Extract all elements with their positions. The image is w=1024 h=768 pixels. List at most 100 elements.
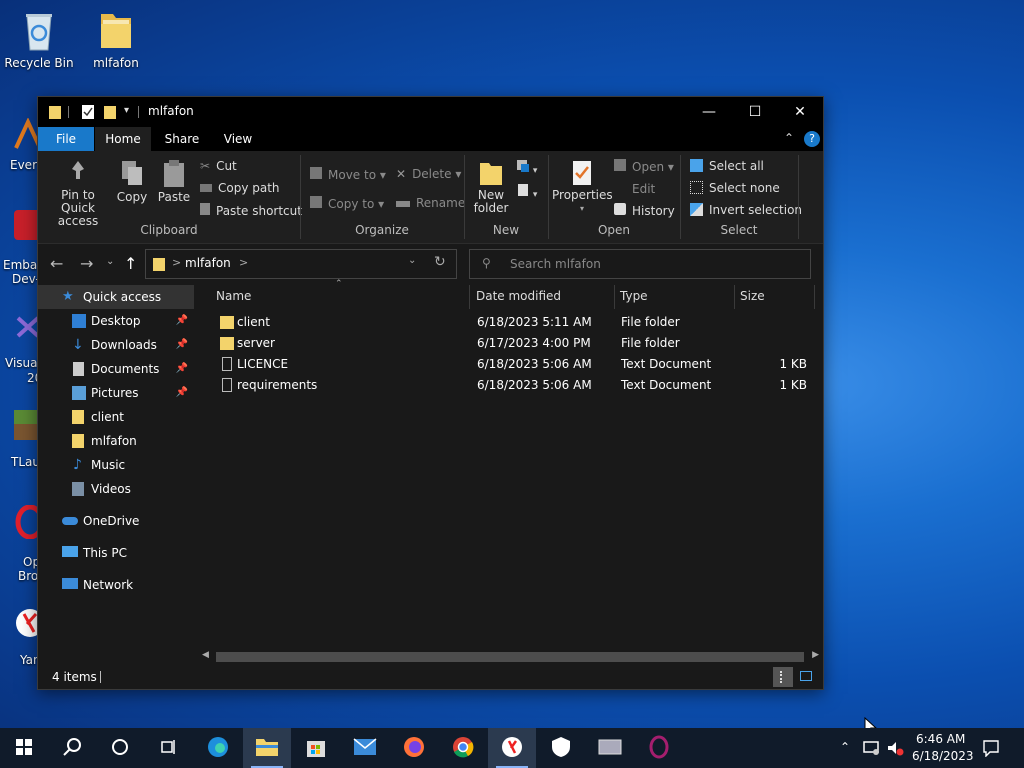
- sidebar-item-client[interactable]: client: [38, 405, 194, 429]
- cut-button[interactable]: ✂ Cut: [200, 159, 237, 173]
- column-header-type[interactable]: Type: [620, 283, 730, 309]
- firefox-button[interactable]: [390, 728, 438, 768]
- sidebar-item-quick-access[interactable]: ★ Quick access: [38, 285, 194, 309]
- network-status-icon[interactable]: [863, 740, 881, 759]
- sidebar-item-mlfafon[interactable]: mlfafon: [38, 429, 194, 453]
- minimize-button[interactable]: —: [686, 97, 732, 127]
- rename-button[interactable]: Rename: [396, 196, 465, 210]
- windows-security-button[interactable]: [537, 728, 585, 768]
- file-row-server[interactable]: server 6/17/2023 4:00 PM File folder: [198, 333, 823, 354]
- edge-button[interactable]: [194, 728, 242, 768]
- history-button[interactable]: History: [614, 203, 675, 218]
- title-bar[interactable]: ▾ mlfafon — ☐ ✕: [38, 97, 823, 127]
- scroll-right-icon[interactable]: ▶: [812, 650, 819, 660]
- open-button[interactable]: Open ▾: [614, 159, 674, 174]
- file-row-licence[interactable]: LICENCE 6/18/2023 5:06 AM Text Document …: [198, 354, 823, 375]
- paste-shortcut-button[interactable]: Paste shortcut: [200, 203, 302, 218]
- yandex-button[interactable]: [488, 728, 536, 768]
- column-header-date-modified[interactable]: Date modified: [476, 283, 606, 309]
- column-header-name[interactable]: Name: [216, 283, 466, 309]
- recent-locations-icon[interactable]: ⌄: [106, 256, 114, 267]
- sidebar-item-videos[interactable]: Videos: [38, 477, 194, 501]
- store-button[interactable]: [292, 728, 340, 768]
- invert-selection-button[interactable]: Invert selection: [690, 203, 802, 217]
- sidebar-item-desktop[interactable]: Desktop 📌: [38, 309, 194, 333]
- horizontal-scrollbar[interactable]: ◀ ▶: [198, 648, 823, 665]
- new-folder-button[interactable]: New folder: [472, 159, 510, 215]
- easy-access-icon[interactable]: ▾: [516, 183, 537, 200]
- sidebar-item-music[interactable]: ♪ Music: [38, 453, 194, 477]
- tab-file[interactable]: File: [38, 127, 94, 151]
- mail-button[interactable]: [341, 728, 389, 768]
- pin-icon[interactable]: 📌: [176, 381, 188, 405]
- column-header-size[interactable]: Size: [740, 283, 810, 309]
- copy-button[interactable]: Copy: [116, 159, 148, 204]
- file-row-client[interactable]: client 6/18/2023 5:11 AM File folder: [198, 312, 823, 333]
- sidebar-item-this-pc[interactable]: This PC: [38, 541, 194, 565]
- task-view-button[interactable]: [144, 728, 192, 768]
- new-folder-quick-icon[interactable]: [103, 104, 117, 123]
- desktop-icon-mlfafon[interactable]: mlfafon: [78, 8, 154, 70]
- clock-time[interactable]: 6:46 AM: [916, 732, 965, 746]
- address-bar[interactable]: > mlfafon > ⌄ ↻: [145, 249, 457, 279]
- column-separator[interactable]: [469, 285, 470, 309]
- select-all-button[interactable]: Select all: [690, 159, 764, 173]
- tab-view[interactable]: View: [211, 127, 265, 151]
- sidebar-item-documents[interactable]: Documents 📌: [38, 357, 194, 381]
- up-button[interactable]: ↑: [124, 254, 137, 273]
- address-history-dropdown-icon[interactable]: ⌄: [408, 255, 416, 266]
- show-hidden-icons-icon[interactable]: ⌃: [840, 740, 850, 754]
- column-separator[interactable]: [614, 285, 615, 309]
- column-separator[interactable]: [814, 285, 815, 309]
- column-separator[interactable]: [734, 285, 735, 309]
- collapse-ribbon-icon[interactable]: ⌃: [784, 131, 794, 145]
- pin-to-quick-access-button[interactable]: Pin to Quick access: [44, 159, 112, 228]
- scroll-thumb[interactable]: [216, 652, 804, 662]
- refresh-icon[interactable]: ↻: [434, 254, 446, 270]
- paste-button[interactable]: Paste: [156, 159, 192, 204]
- properties-quick-icon[interactable]: [81, 104, 95, 123]
- tab-home[interactable]: Home: [95, 127, 151, 151]
- maximize-button[interactable]: ☐: [732, 97, 778, 127]
- chrome-button[interactable]: [439, 728, 487, 768]
- file-type: File folder: [621, 336, 680, 350]
- desktop-icon-recycle-bin[interactable]: Recycle Bin: [1, 8, 77, 70]
- opera-button[interactable]: [635, 728, 683, 768]
- sidebar-item-pictures[interactable]: Pictures 📌: [38, 381, 194, 405]
- start-button[interactable]: [0, 728, 48, 768]
- edit-button[interactable]: Edit: [614, 181, 655, 196]
- sidebar-item-network[interactable]: Network: [38, 573, 194, 597]
- properties-button[interactable]: Properties ▾: [552, 159, 613, 215]
- action-center-icon[interactable]: [982, 739, 1000, 760]
- details-view-button[interactable]: [773, 667, 793, 687]
- large-icons-view-icon: [800, 671, 812, 681]
- sidebar-item-downloads[interactable]: ↓ Downloads 📌: [38, 333, 194, 357]
- sidebar-item-onedrive[interactable]: OneDrive: [38, 509, 194, 533]
- help-icon[interactable]: ?: [804, 131, 820, 147]
- close-button[interactable]: ✕: [777, 97, 823, 127]
- pin-icon[interactable]: 📌: [176, 357, 188, 381]
- select-none-button[interactable]: Select none: [690, 181, 780, 195]
- volume-muted-icon[interactable]: [886, 740, 904, 759]
- copy-path-button[interactable]: Copy path: [200, 181, 280, 195]
- network-app-button[interactable]: [586, 728, 634, 768]
- breadcrumb-mlfafon[interactable]: mlfafon: [185, 256, 231, 270]
- cortana-button[interactable]: [96, 728, 144, 768]
- file-row-requirements[interactable]: requirements 6/18/2023 5:06 AM Text Docu…: [198, 375, 823, 396]
- search-box[interactable]: ⚲ Search mlfafon: [469, 249, 811, 279]
- tab-share[interactable]: Share: [153, 127, 211, 151]
- scroll-left-icon[interactable]: ◀: [202, 650, 209, 660]
- pin-icon[interactable]: 📌: [176, 309, 188, 333]
- file-explorer-taskbar-button[interactable]: [243, 728, 291, 768]
- clock-date[interactable]: 6/18/2023: [912, 749, 974, 763]
- search-button[interactable]: [48, 728, 96, 768]
- new-item-icon[interactable]: ▾: [516, 159, 537, 176]
- back-button[interactable]: ←: [50, 254, 63, 273]
- move-to-button[interactable]: Move to ▾: [310, 167, 386, 182]
- large-icons-view-button[interactable]: [798, 669, 814, 683]
- copy-to-button[interactable]: Copy to ▾: [310, 196, 384, 211]
- pin-icon[interactable]: 📌: [176, 333, 188, 357]
- delete-button[interactable]: ✕ Delete ▾: [396, 167, 461, 181]
- customize-quick-access-icon[interactable]: ▾: [124, 105, 129, 116]
- forward-button[interactable]: →: [80, 254, 93, 273]
